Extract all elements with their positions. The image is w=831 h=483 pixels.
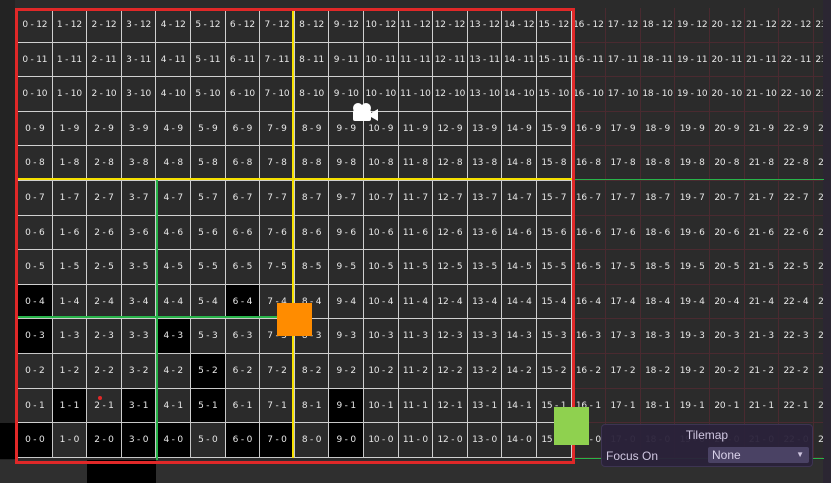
tile-cell[interactable]: 17 - 2 [606, 354, 641, 389]
tile-cell[interactable]: 16 - 2 [571, 354, 607, 389]
tile-cell[interactable]: 19 - 9 [675, 111, 710, 147]
green-boundary-line [574, 179, 824, 180]
camera-icon[interactable] [349, 101, 379, 123]
tile-cell[interactable]: 21 - 4 [744, 284, 780, 320]
tile-cell[interactable]: 19 - 7 [675, 181, 710, 216]
tile-cell[interactable]: 21 - 7 [744, 181, 780, 216]
spawn-dot [98, 396, 102, 400]
focus-on-label: Focus On [606, 449, 659, 463]
tile-cell[interactable]: 20 - 6 [710, 215, 745, 251]
tile-cell[interactable]: 19 - 2 [675, 354, 710, 389]
tile-cell[interactable]: 17 - 11 [606, 42, 641, 78]
left-panel-edge [0, 0, 15, 483]
tile-cell[interactable]: 17 - 7 [606, 181, 641, 216]
tile-cell[interactable]: 17 - 4 [606, 284, 641, 320]
tile-cell[interactable]: 18 - 12 [640, 8, 676, 43]
tile-cell[interactable]: 22 - 8 [779, 146, 814, 181]
tile-cell[interactable]: 21 - 9 [744, 111, 780, 147]
tile-cell[interactable]: 21 - 6 [744, 215, 780, 251]
tile-cell[interactable]: 18 - 7 [640, 181, 676, 216]
tile-cell[interactable]: 20 - 4 [710, 284, 745, 320]
tile-cell[interactable]: 22 - 7 [779, 181, 814, 216]
tile-cell[interactable]: 18 - 9 [640, 111, 676, 147]
tile-cell[interactable]: 21 - 5 [744, 250, 780, 285]
tile-cell[interactable]: 22 - 10 [779, 77, 814, 112]
tile-cell[interactable]: 16 - 5 [571, 250, 607, 285]
tile-cell[interactable]: 22 - 3 [779, 319, 814, 354]
tile-cell[interactable]: 19 - 3 [675, 319, 710, 354]
tile-cell[interactable]: 18 - 3 [640, 319, 676, 354]
tile-cell[interactable]: 22 - 4 [779, 284, 814, 320]
tile-cell[interactable]: 18 - 6 [640, 215, 676, 251]
tile-cell[interactable]: 17 - 9 [606, 111, 641, 147]
tile-cell[interactable]: 18 - 11 [640, 42, 676, 78]
tilemap-overlay-panel: Tilemap Focus On None ▼ [601, 424, 813, 467]
tile-cell[interactable]: 20 - 2 [710, 354, 745, 389]
tile-cell[interactable]: 18 - 8 [640, 146, 676, 181]
tile-cell[interactable]: 19 - 5 [675, 250, 710, 285]
tile-cell[interactable]: 20 - 3 [710, 319, 745, 354]
tile-cell[interactable]: 20 - 9 [710, 111, 745, 147]
tile-cell[interactable]: 16 - 12 [571, 8, 607, 43]
tile-cell[interactable]: 18 - 10 [640, 77, 676, 112]
tile-cell[interactable]: 18 - 1 [640, 388, 676, 424]
tile-cell[interactable]: 16 - 6 [571, 215, 607, 251]
tile-cell[interactable]: 18 - 4 [640, 284, 676, 320]
tile-cell[interactable]: 16 - 10 [571, 77, 607, 112]
goal-marker[interactable] [554, 407, 589, 445]
tile-cell[interactable]: 21 - 8 [744, 146, 780, 181]
tile-cell[interactable]: 21 - 10 [744, 77, 780, 112]
focus-on-dropdown[interactable]: None ▼ [708, 447, 809, 463]
tile-cell[interactable]: 20 - 10 [710, 77, 745, 112]
scene-view[interactable]: 0 - 12 1 - 12 2 - 12 3 - 12 4 - 12 5 - 12 6 - … [0, 0, 831, 483]
tile-cell[interactable]: 17 - 12 [606, 8, 641, 43]
tile-cell[interactable]: 22 - 9 [779, 111, 814, 147]
tile-cell[interactable]: 21 - 12 [744, 8, 780, 43]
tile-cell[interactable]: 20 - 1 [710, 388, 745, 424]
tile-cell[interactable]: 16 - 4 [571, 284, 607, 320]
tile-cell[interactable]: 21 - 2 [744, 354, 780, 389]
tile-cell[interactable]: 17 - 10 [606, 77, 641, 112]
tile-cell[interactable]: 17 - 5 [606, 250, 641, 285]
tile-cell[interactable]: 16 - 8 [571, 146, 607, 181]
tile-cell[interactable]: 20 - 11 [710, 42, 745, 78]
tile-cell[interactable]: 19 - 11 [675, 42, 710, 78]
right-panel-edge [823, 0, 831, 483]
player-marker[interactable] [277, 303, 312, 336]
tile-cell[interactable]: 16 - 3 [571, 319, 607, 354]
tile-cell[interactable]: 22 - 6 [779, 215, 814, 251]
tile-cell[interactable]: 22 - 12 [779, 8, 814, 43]
tile-cell[interactable]: 19 - 1 [675, 388, 710, 424]
tile-cell[interactable]: 17 - 3 [606, 319, 641, 354]
tile-cell[interactable]: 21 - 1 [744, 388, 780, 424]
tile-cell[interactable]: 22 - 1 [779, 388, 814, 424]
overlay-title: Tilemap [685, 428, 729, 442]
tile-cell[interactable]: 21 - 3 [744, 319, 780, 354]
tile-cell[interactable]: 20 - 5 [710, 250, 745, 285]
tile-cell[interactable]: 16 - 11 [571, 42, 607, 78]
tile-cell[interactable]: 20 - 12 [710, 8, 745, 43]
chevron-down-icon: ▼ [796, 450, 804, 459]
tile-cell[interactable]: 18 - 2 [640, 354, 676, 389]
tile-cell[interactable]: 19 - 12 [675, 8, 710, 43]
tile-cell[interactable]: 16 - 7 [571, 181, 607, 216]
tile-cell[interactable]: 22 - 2 [779, 354, 814, 389]
tile-cell[interactable]: 17 - 1 [606, 388, 641, 424]
tile-cell[interactable]: 16 - 9 [571, 111, 607, 147]
focus-on-value: None [712, 448, 741, 462]
tile-cell[interactable]: 17 - 8 [606, 146, 641, 181]
tile-cell[interactable]: 21 - 11 [744, 42, 780, 78]
tile-cell[interactable]: 19 - 10 [675, 77, 710, 112]
tile-cell[interactable]: 17 - 6 [606, 215, 641, 251]
tile-cell[interactable]: 19 - 6 [675, 215, 710, 251]
tile-cell[interactable]: 22 - 5 [779, 250, 814, 285]
tile-cell[interactable]: 20 - 7 [710, 181, 745, 216]
tile-cell[interactable]: 19 - 4 [675, 284, 710, 320]
tile-cell[interactable]: 20 - 8 [710, 146, 745, 181]
tile-cell[interactable]: 22 - 11 [779, 42, 814, 78]
tile-cell[interactable]: 18 - 5 [640, 250, 676, 285]
tile-cell[interactable]: 19 - 8 [675, 146, 710, 181]
